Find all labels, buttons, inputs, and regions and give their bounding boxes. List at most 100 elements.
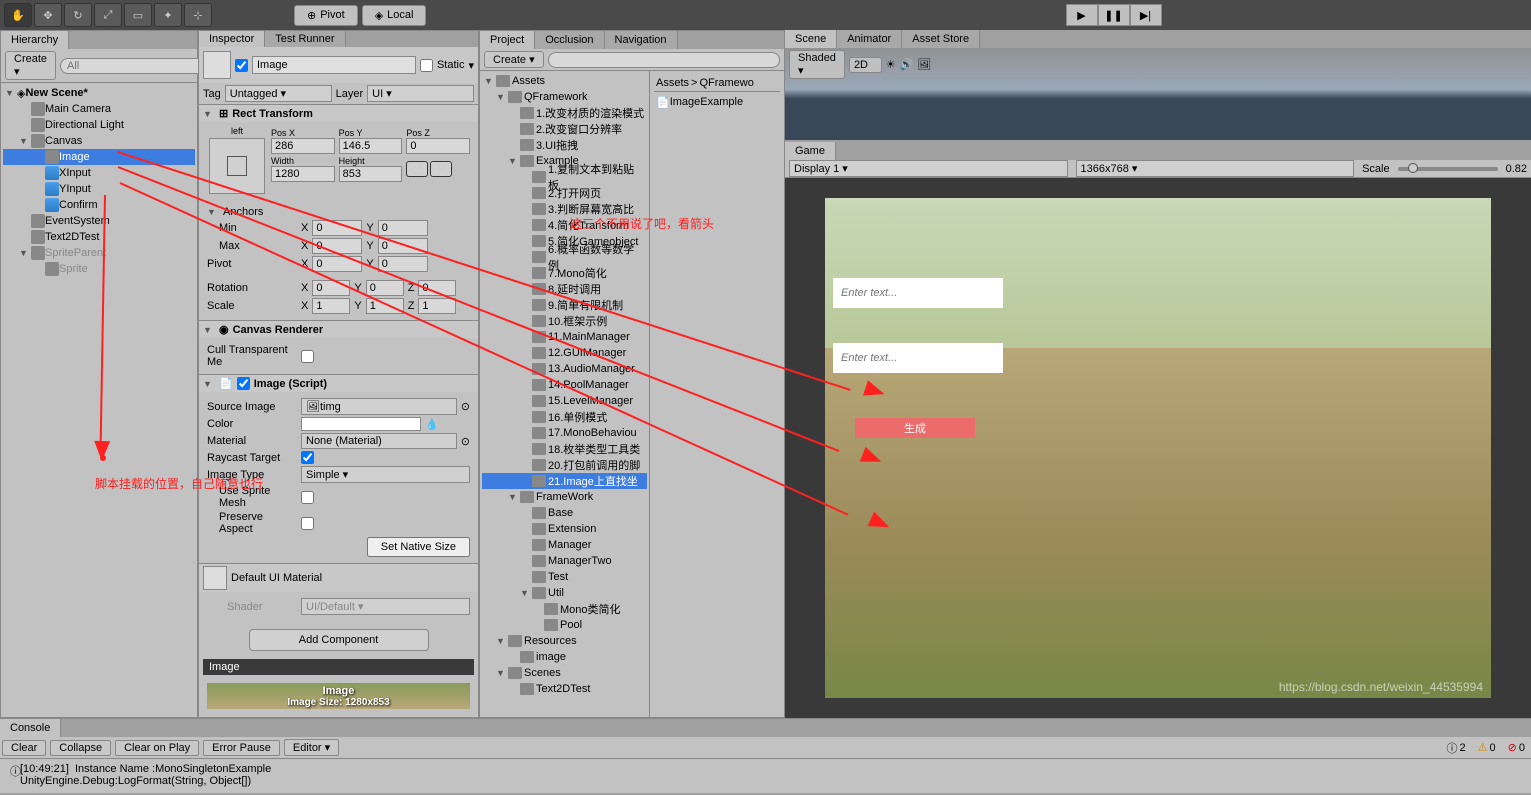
preserve-checkbox[interactable] (301, 517, 314, 530)
project-tab[interactable]: Project (480, 31, 535, 49)
color-field[interactable] (301, 417, 421, 431)
play-button[interactable]: ▶ (1066, 4, 1098, 26)
collapse-button[interactable]: Collapse (50, 740, 111, 756)
project-folder[interactable]: 2.改变窗口分辨率 (482, 121, 647, 137)
posz-input[interactable] (406, 138, 470, 154)
tag-dropdown[interactable]: Untagged ▾ (225, 85, 332, 102)
rot-x[interactable] (312, 280, 350, 296)
project-folder[interactable]: 8.延时调用 (482, 281, 647, 297)
test-runner-tab[interactable]: Test Runner (265, 31, 345, 47)
inspector-tab[interactable]: Inspector (199, 31, 265, 47)
scale-tool[interactable]: ⤢ (94, 3, 122, 27)
rect-tool[interactable]: ▭ (124, 3, 152, 27)
add-component-button[interactable]: Add Component (249, 629, 429, 651)
animator-tab[interactable]: Animator (837, 30, 902, 48)
pivot-toggle[interactable]: ⊕Pivot (294, 5, 358, 26)
navigation-tab[interactable]: Navigation (605, 31, 678, 49)
project-folder[interactable]: 1.复制文本到粘贴板 (482, 169, 647, 185)
sprite-mesh-checkbox[interactable] (301, 491, 314, 504)
hierarchy-item[interactable]: Main Camera (3, 101, 195, 117)
image-type-dropdown[interactable]: Simple ▾ (301, 466, 470, 483)
clear-on-play-button[interactable]: Clear on Play (115, 740, 199, 756)
game-confirm-button[interactable]: 生成 (855, 418, 975, 438)
scale-z[interactable] (418, 298, 456, 314)
scale-x[interactable] (312, 298, 350, 314)
hierarchy-item[interactable]: ▼Canvas (3, 133, 195, 149)
hierarchy-item[interactable]: Image (3, 149, 195, 165)
project-folder[interactable]: 18.枚举类型工具类 (482, 441, 647, 457)
clear-button[interactable]: Clear (2, 740, 46, 756)
error-pause-button[interactable]: Error Pause (203, 740, 280, 756)
warn-count[interactable]: ⚠0 (1474, 741, 1500, 754)
local-toggle[interactable]: ◈Local (362, 5, 427, 26)
project-folder[interactable]: 1.改变材质的渲染模式 (482, 105, 647, 121)
rot-y[interactable] (366, 280, 404, 296)
console-tab[interactable]: Console (0, 719, 61, 737)
scale-slider[interactable] (1398, 167, 1498, 171)
hierarchy-item[interactable]: ▼SpriteParent (3, 245, 195, 261)
source-image-field[interactable]: 🖼timg (301, 398, 457, 415)
min-y[interactable] (378, 220, 428, 236)
shader-dropdown[interactable]: UI/Default ▾ (301, 598, 470, 615)
display-dropdown[interactable]: Display 1 ▾ (789, 160, 1068, 177)
project-folder[interactable]: 3.判断屏幕宽高比 (482, 201, 647, 217)
project-folder[interactable]: Extension (482, 521, 647, 537)
light-icon[interactable]: ☀ (886, 58, 896, 71)
2d-toggle[interactable]: 2D (849, 57, 882, 73)
blueprint-button[interactable]: ⊡ (406, 161, 428, 177)
game-tab[interactable]: Game (785, 142, 836, 160)
max-y[interactable] (378, 238, 428, 254)
custom-tool[interactable]: ⊹ (184, 3, 212, 27)
hierarchy-item[interactable]: EventSystem (3, 213, 195, 229)
project-create[interactable]: Create ▾ (484, 51, 544, 68)
fx-icon[interactable]: 🖼 (917, 58, 931, 71)
scene-view[interactable]: Shaded ▾ 2D ☀ 🔊 🖼 (785, 48, 1531, 140)
project-folder[interactable]: Manager (482, 537, 647, 553)
layer-dropdown[interactable]: UI ▾ (367, 85, 474, 102)
hand-tool[interactable]: ✋ (4, 3, 32, 27)
project-folder[interactable]: ▼QFramework (482, 89, 647, 105)
project-folder[interactable]: Pool (482, 617, 647, 633)
project-folder[interactable]: 20.打包前调用的脚 (482, 457, 647, 473)
project-folder[interactable]: 9.简单有限机制 (482, 297, 647, 313)
hierarchy-item[interactable]: Directional Light (3, 117, 195, 133)
project-folder[interactable]: 17.MonoBehaviou (482, 425, 647, 441)
active-checkbox[interactable] (235, 59, 248, 72)
project-folder[interactable]: 3.UI拖拽 (482, 137, 647, 153)
move-tool[interactable]: ✥ (34, 3, 62, 27)
hierarchy-search[interactable] (60, 58, 216, 74)
step-button[interactable]: ▶| (1130, 4, 1162, 26)
posx-input[interactable] (271, 138, 335, 154)
pivot-y[interactable] (378, 256, 428, 272)
cull-checkbox[interactable] (301, 350, 314, 363)
project-folder[interactable]: ManagerTwo (482, 553, 647, 569)
project-folder[interactable]: Text2DTest (482, 681, 647, 697)
resolution-dropdown[interactable]: 1366x768 ▾ (1076, 160, 1355, 177)
set-native-button[interactable]: Set Native Size (367, 537, 470, 557)
object-name-input[interactable] (252, 56, 416, 74)
height-input[interactable] (339, 166, 403, 182)
project-folder[interactable]: ▼Assets (482, 73, 647, 89)
game-yinput[interactable] (833, 343, 1003, 373)
project-search[interactable] (548, 52, 780, 68)
project-folder[interactable]: Base (482, 505, 647, 521)
scale-y[interactable] (366, 298, 404, 314)
width-input[interactable] (271, 166, 335, 182)
project-file[interactable]: 📄ImageExample (654, 94, 780, 110)
console-log[interactable]: ⓘ [10:49:21] Instance Name :MonoSingleto… (0, 759, 1531, 791)
asset-store-tab[interactable]: Asset Store (902, 30, 980, 48)
project-folder[interactable]: image (482, 649, 647, 665)
breadcrumb-item[interactable]: QFramewo (699, 77, 753, 89)
project-folder[interactable]: ▼Util (482, 585, 647, 601)
breadcrumb-item[interactable]: Assets (656, 77, 689, 89)
hierarchy-item[interactable]: Sprite (3, 261, 195, 277)
project-folder[interactable]: Test (482, 569, 647, 585)
hierarchy-item[interactable]: Text2DTest (3, 229, 195, 245)
project-folder[interactable]: 4.简化Transform (482, 217, 647, 233)
hierarchy-create[interactable]: Create ▾ (5, 51, 56, 80)
raycast-checkbox[interactable] (301, 451, 314, 464)
project-folder[interactable]: 21.Image上直找坐 (482, 473, 647, 489)
occlusion-tab[interactable]: Occlusion (535, 31, 604, 49)
project-folder[interactable]: Mono类简化 (482, 601, 647, 617)
transform-tool[interactable]: ✦ (154, 3, 182, 27)
